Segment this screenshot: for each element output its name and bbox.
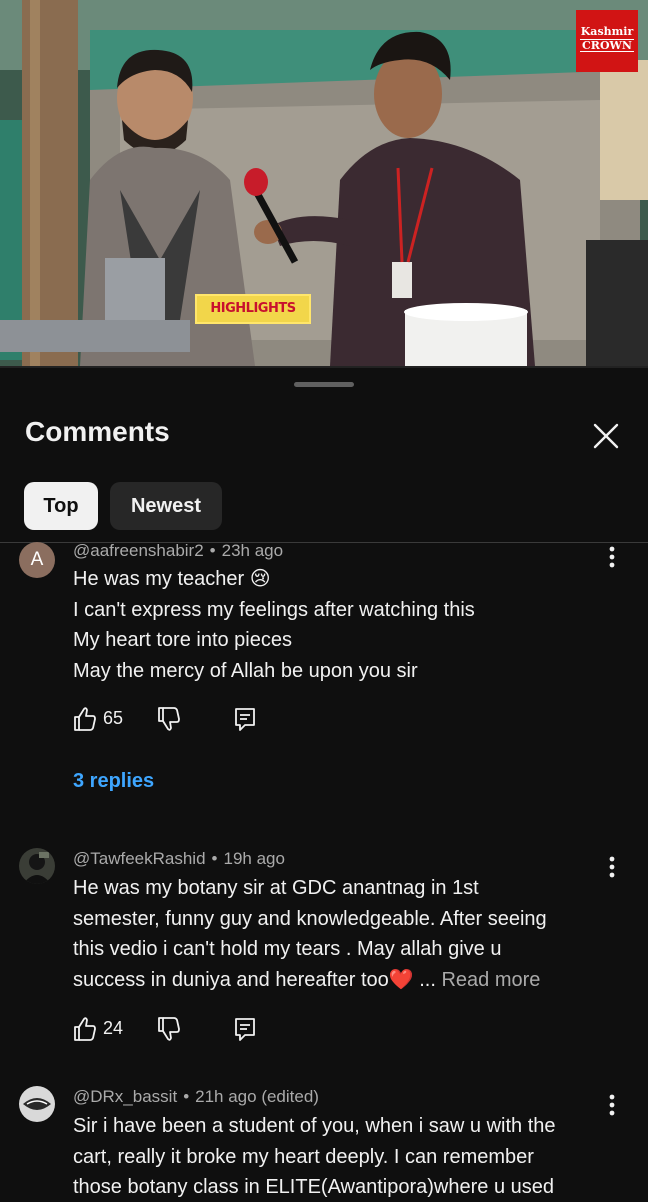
- channel-logo: Kashmir CROWN: [576, 10, 638, 72]
- reply-icon: [235, 708, 255, 731]
- avatar[interactable]: [19, 848, 55, 884]
- comment-time: 21h ago (edited): [195, 1087, 319, 1106]
- like-count: 65: [103, 708, 124, 728]
- user-avatar-image: [19, 1086, 55, 1122]
- comment-item: A @aafreenshabir2 • 23h ago He was my teac…: [0, 538, 648, 838]
- comment-text: He was my teacher 😢 I can't express my f…: [73, 564, 623, 686]
- comment-author[interactable]: @DRx_bassit: [73, 1087, 177, 1106]
- thumbs-up-icon: [74, 1017, 96, 1041]
- channel-logo-line2: CROWN: [580, 39, 634, 52]
- comment-line: My heart tore into pieces: [73, 629, 292, 651]
- comment-actions: 65: [73, 706, 273, 734]
- comment-meta: @DRx_bassit • 21h ago (edited): [73, 1087, 319, 1106]
- read-more-link[interactable]: Read more: [441, 969, 540, 991]
- comment-text: He was my botany sir at GDC anantnag in …: [73, 873, 623, 995]
- reply-icon: [235, 1018, 255, 1041]
- comment-line: May the mercy of Allah be upon you sir: [73, 659, 418, 682]
- sort-chip-top[interactable]: Top: [24, 482, 98, 530]
- comment-meta: @aafreenshabir2 • 23h ago: [73, 541, 284, 560]
- reply-button[interactable]: [233, 1016, 259, 1044]
- comment-item: @TawfeekRashid • 19h ago He was my botany …: [0, 848, 648, 1058]
- view-replies-link[interactable]: 3 replies: [73, 770, 154, 793]
- comments-sheet: Comments Top Newest A @aafreenshabir2 • 23…: [0, 366, 648, 1202]
- comment-author[interactable]: @aafreenshabir2: [73, 541, 204, 560]
- comment-text: Sir i have been a student of you, when i…: [73, 1111, 623, 1202]
- user-avatar-image: [19, 848, 55, 884]
- comment-item: @DRx_bassit • 21h ago (edited) Sir i have …: [0, 1086, 648, 1202]
- comment-line: Sir i have been a student of you, when i…: [73, 1115, 556, 1137]
- thumbs-up-icon: [74, 707, 96, 731]
- dislike-button[interactable]: [157, 706, 183, 734]
- comment-line: success in duniya and hereafter too❤️ ..…: [73, 965, 623, 996]
- reply-button[interactable]: [233, 706, 259, 734]
- like-count: 24: [103, 1018, 124, 1038]
- comment-line: those botany class in ELITE(Awantipora)w…: [73, 1176, 555, 1198]
- thumbs-down-icon: [158, 707, 180, 731]
- close-button[interactable]: [590, 420, 622, 452]
- comment-line: He was my teacher 😢: [73, 568, 271, 590]
- channel-logo-line1: Kashmir: [580, 25, 634, 38]
- comment-line: this vedio i can't hold my tears . May a…: [73, 938, 502, 960]
- comment-line-text: success in duniya and hereafter too❤️ ..…: [73, 968, 436, 991]
- avatar[interactable]: [19, 1086, 55, 1122]
- sort-chip-newest[interactable]: Newest: [110, 482, 222, 530]
- thumbs-down-icon: [158, 1017, 180, 1041]
- comments-title: Comments: [25, 416, 170, 447]
- comment-time: 23h ago: [221, 541, 284, 560]
- highlights-overlay: HIGHLIGHTS: [197, 296, 309, 322]
- dislike-button[interactable]: [157, 1016, 183, 1044]
- comment-line: He was my botany sir at GDC anantnag in …: [73, 877, 479, 899]
- comment-line: I can't express my feelings after watchi…: [73, 598, 475, 621]
- video-player[interactable]: Kashmir CROWN HIGHLIGHTS: [0, 0, 648, 366]
- close-icon: [593, 423, 619, 449]
- comment-line: semester, funny guy and knowledgeable. A…: [73, 907, 547, 930]
- comment-actions: 24: [73, 1016, 273, 1044]
- like-button[interactable]: 24: [73, 1016, 133, 1044]
- comment-time: 19h ago: [223, 849, 285, 868]
- comment-meta: @TawfeekRashid • 19h ago: [73, 849, 285, 868]
- drag-handle[interactable]: [294, 382, 354, 387]
- avatar[interactable]: A: [19, 542, 55, 578]
- comment-author[interactable]: @TawfeekRashid: [73, 849, 206, 868]
- video-frame: [0, 0, 648, 366]
- like-button[interactable]: 65: [73, 706, 133, 734]
- comment-line: cart, really it broke my heart deeply. I…: [73, 1145, 534, 1168]
